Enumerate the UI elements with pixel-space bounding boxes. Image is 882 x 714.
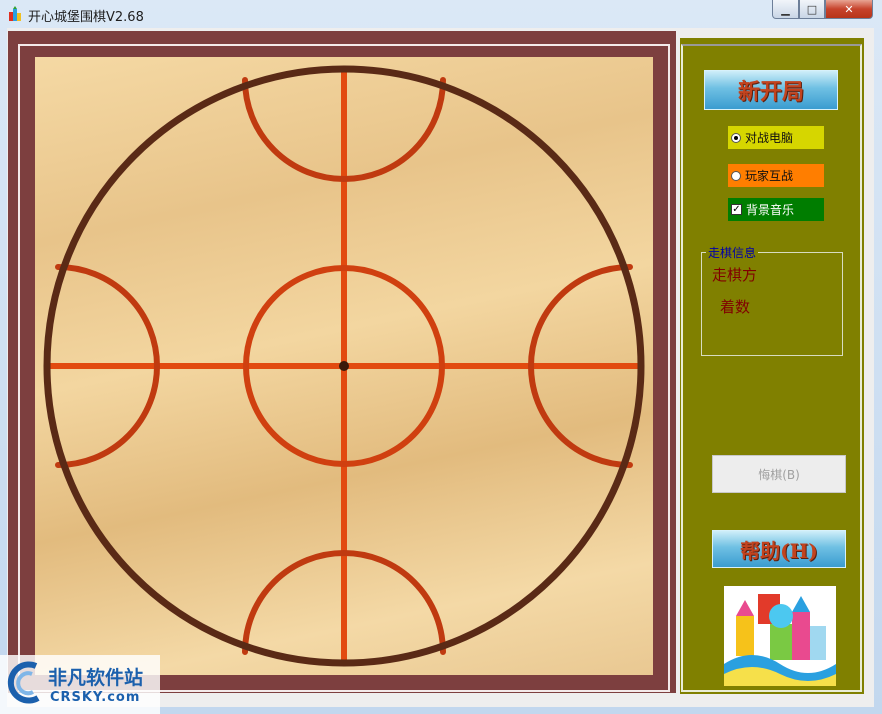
current-turn-label: 走棋方 (712, 266, 758, 284)
checkmark-icon: ✓ (731, 204, 742, 215)
undo-button[interactable]: 悔棋(B) (712, 455, 846, 493)
radio-icon (731, 170, 741, 181)
center-point (339, 361, 349, 371)
title-bar[interactable]: 开心城堡围棋V2.68 ▁ □ ✕ (0, 0, 882, 28)
crsky-logo-icon (7, 661, 40, 704)
close-button[interactable]: ✕ (825, 0, 873, 19)
mode-vs-computer-label: 对战电脑 (745, 131, 794, 145)
game-board[interactable] (35, 57, 653, 675)
mode-vs-computer-radio[interactable]: 对战电脑 (728, 126, 824, 149)
maximize-button[interactable]: □ (799, 0, 825, 19)
castle-logo-image (724, 586, 836, 686)
window-title: 开心城堡围棋V2.68 (28, 10, 144, 25)
move-count-label: 着数 (720, 298, 751, 316)
minimize-button[interactable]: ▁ (772, 0, 799, 19)
watermark-en-text: CRSKY.com (50, 690, 141, 705)
background-music-checkbox[interactable]: ✓ 背景音乐 (728, 198, 824, 221)
radio-icon-selected (731, 132, 741, 143)
mode-vs-player-radio[interactable]: 玩家互战 (728, 164, 824, 187)
app-icon (9, 6, 21, 21)
board-lines (43, 65, 645, 667)
new-game-button[interactable]: 新开局 (704, 70, 838, 110)
watermark-cn-text: 非凡软件站 (48, 667, 144, 689)
move-info-title: 走棋信息 (706, 244, 759, 261)
mode-vs-player-label: 玩家互战 (745, 169, 794, 183)
help-button[interactable]: 帮助(H) (712, 530, 846, 568)
background-music-label: 背景音乐 (746, 203, 795, 217)
